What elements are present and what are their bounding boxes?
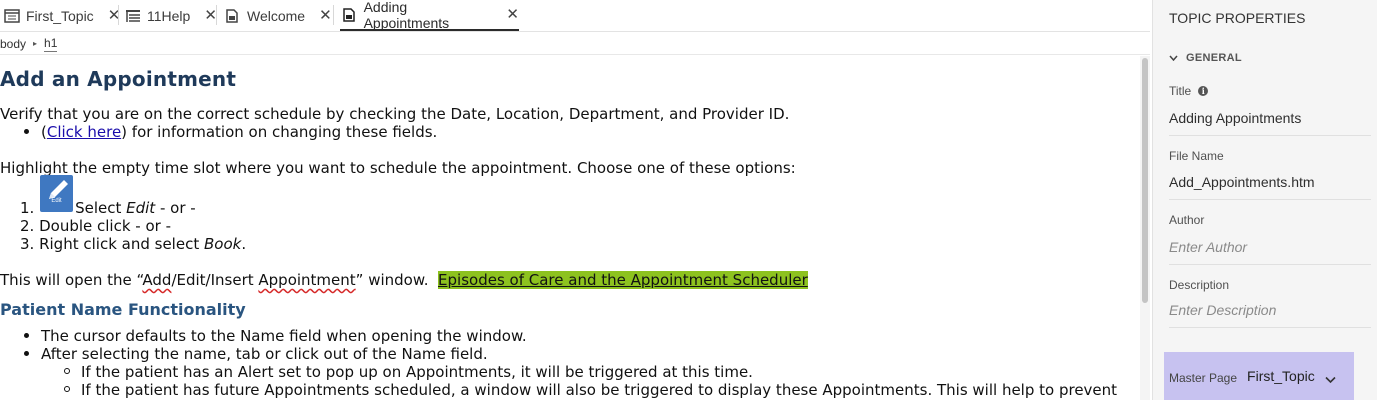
list-item: 1. Select Edit - or -: [20, 199, 196, 217]
author-label: Author: [1169, 213, 1205, 227]
bullet-dot: [24, 129, 29, 134]
chevron-down-icon: [1169, 53, 1178, 64]
author-input[interactable]: Enter Author: [1169, 239, 1371, 265]
tab-divider: [216, 5, 217, 25]
breadcrumb: body ▸ h1: [0, 33, 1150, 55]
info-icon[interactable]: i: [1198, 86, 1209, 96]
master-page-icon: [4, 8, 20, 23]
panel-title: TOPIC PROPERTIES: [1169, 10, 1306, 26]
episodes-of-care-link[interactable]: Episodes of Care and the Appointment Sch…: [438, 271, 808, 289]
toc-icon: [125, 9, 141, 23]
sub-bullet-dot: [64, 368, 70, 374]
sub-list-item: If the patient has an Alert set to pop u…: [81, 363, 753, 381]
tab-divider: [118, 5, 119, 25]
page-title: Add an Appointment: [0, 67, 237, 91]
tab-label: First_Topic: [26, 7, 94, 24]
sub-list-item: If the patient has future Appointments s…: [81, 381, 1118, 399]
file-name-field[interactable]: Add_Appointments.htm: [1169, 174, 1371, 200]
section-label: GENERAL: [1186, 52, 1242, 64]
master-page-value: First_Topic: [1247, 368, 1315, 384]
title-field[interactable]: Adding Appointments: [1169, 110, 1371, 136]
chevron-down-icon: [1325, 371, 1336, 384]
bullet-dot: [24, 333, 29, 338]
topic-properties-panel: TOPIC PROPERTIES GENERAL Title i Adding …: [1152, 0, 1377, 400]
editor-scrollbar[interactable]: [1140, 56, 1150, 400]
tab-label: Adding Appointments: [363, 0, 450, 31]
description-label: Description: [1169, 278, 1230, 292]
title-label: Title i: [1169, 84, 1209, 98]
tab-welcome[interactable]: Welcome ✕: [225, 0, 332, 31]
description-input[interactable]: Enter Description: [1169, 302, 1371, 328]
master-page-dropdown[interactable]: Master Page First_Topic: [1164, 352, 1354, 400]
tab-label: 11Help: [147, 7, 191, 24]
sub-bullet-dot: [64, 386, 70, 392]
verify-paragraph: Verify that you are on the correct sched…: [0, 105, 790, 123]
click-here-link[interactable]: Click here: [47, 123, 121, 141]
open-window-paragraph: This will open the “Add/Edit/Insert Appo…: [0, 271, 808, 289]
breadcrumb-item-h1[interactable]: h1: [44, 36, 58, 52]
highlight-paragraph: Highlight the empty time slot where you …: [0, 159, 796, 177]
master-page-label: Master Page: [1169, 370, 1238, 385]
list-item: After selecting the name, tab or click o…: [41, 345, 488, 363]
tab-label: Welcome: [247, 7, 306, 24]
bullet-dot: [24, 351, 29, 356]
tab-divider: [333, 5, 334, 25]
tab-bar: First_Topic ✕ 11Help ✕ Welcome ✕ Adding …: [0, 0, 1150, 32]
list-item: 3. Right click and select Book.: [20, 235, 247, 253]
breadcrumb-arrow-icon: ▸: [33, 39, 38, 48]
list-item: (Click here) for information on changing…: [41, 123, 438, 141]
tab-first-topic[interactable]: First_Topic ✕: [4, 0, 120, 31]
file-name-label: File Name: [1169, 149, 1224, 163]
section-heading: Patient Name Functionality: [0, 300, 246, 319]
close-icon[interactable]: ✕: [319, 8, 332, 23]
topic-file-icon: [225, 8, 241, 23]
breadcrumb-item-body[interactable]: body: [0, 37, 26, 51]
list-item: The cursor defaults to the Name field wh…: [41, 327, 527, 345]
general-section-toggle[interactable]: GENERAL: [1169, 52, 1242, 64]
tab-adding-appointments[interactable]: Adding Appointments ✕: [340, 0, 519, 31]
list-item: 2. Double click - or -: [20, 217, 172, 235]
scrollbar-thumb[interactable]: [1142, 58, 1148, 303]
tab-11help[interactable]: 11Help ✕: [125, 0, 217, 31]
topic-editor[interactable]: Add an Appointment Verify that you are o…: [0, 56, 1140, 400]
close-icon[interactable]: ✕: [506, 7, 519, 22]
topic-file-icon: [342, 7, 358, 22]
